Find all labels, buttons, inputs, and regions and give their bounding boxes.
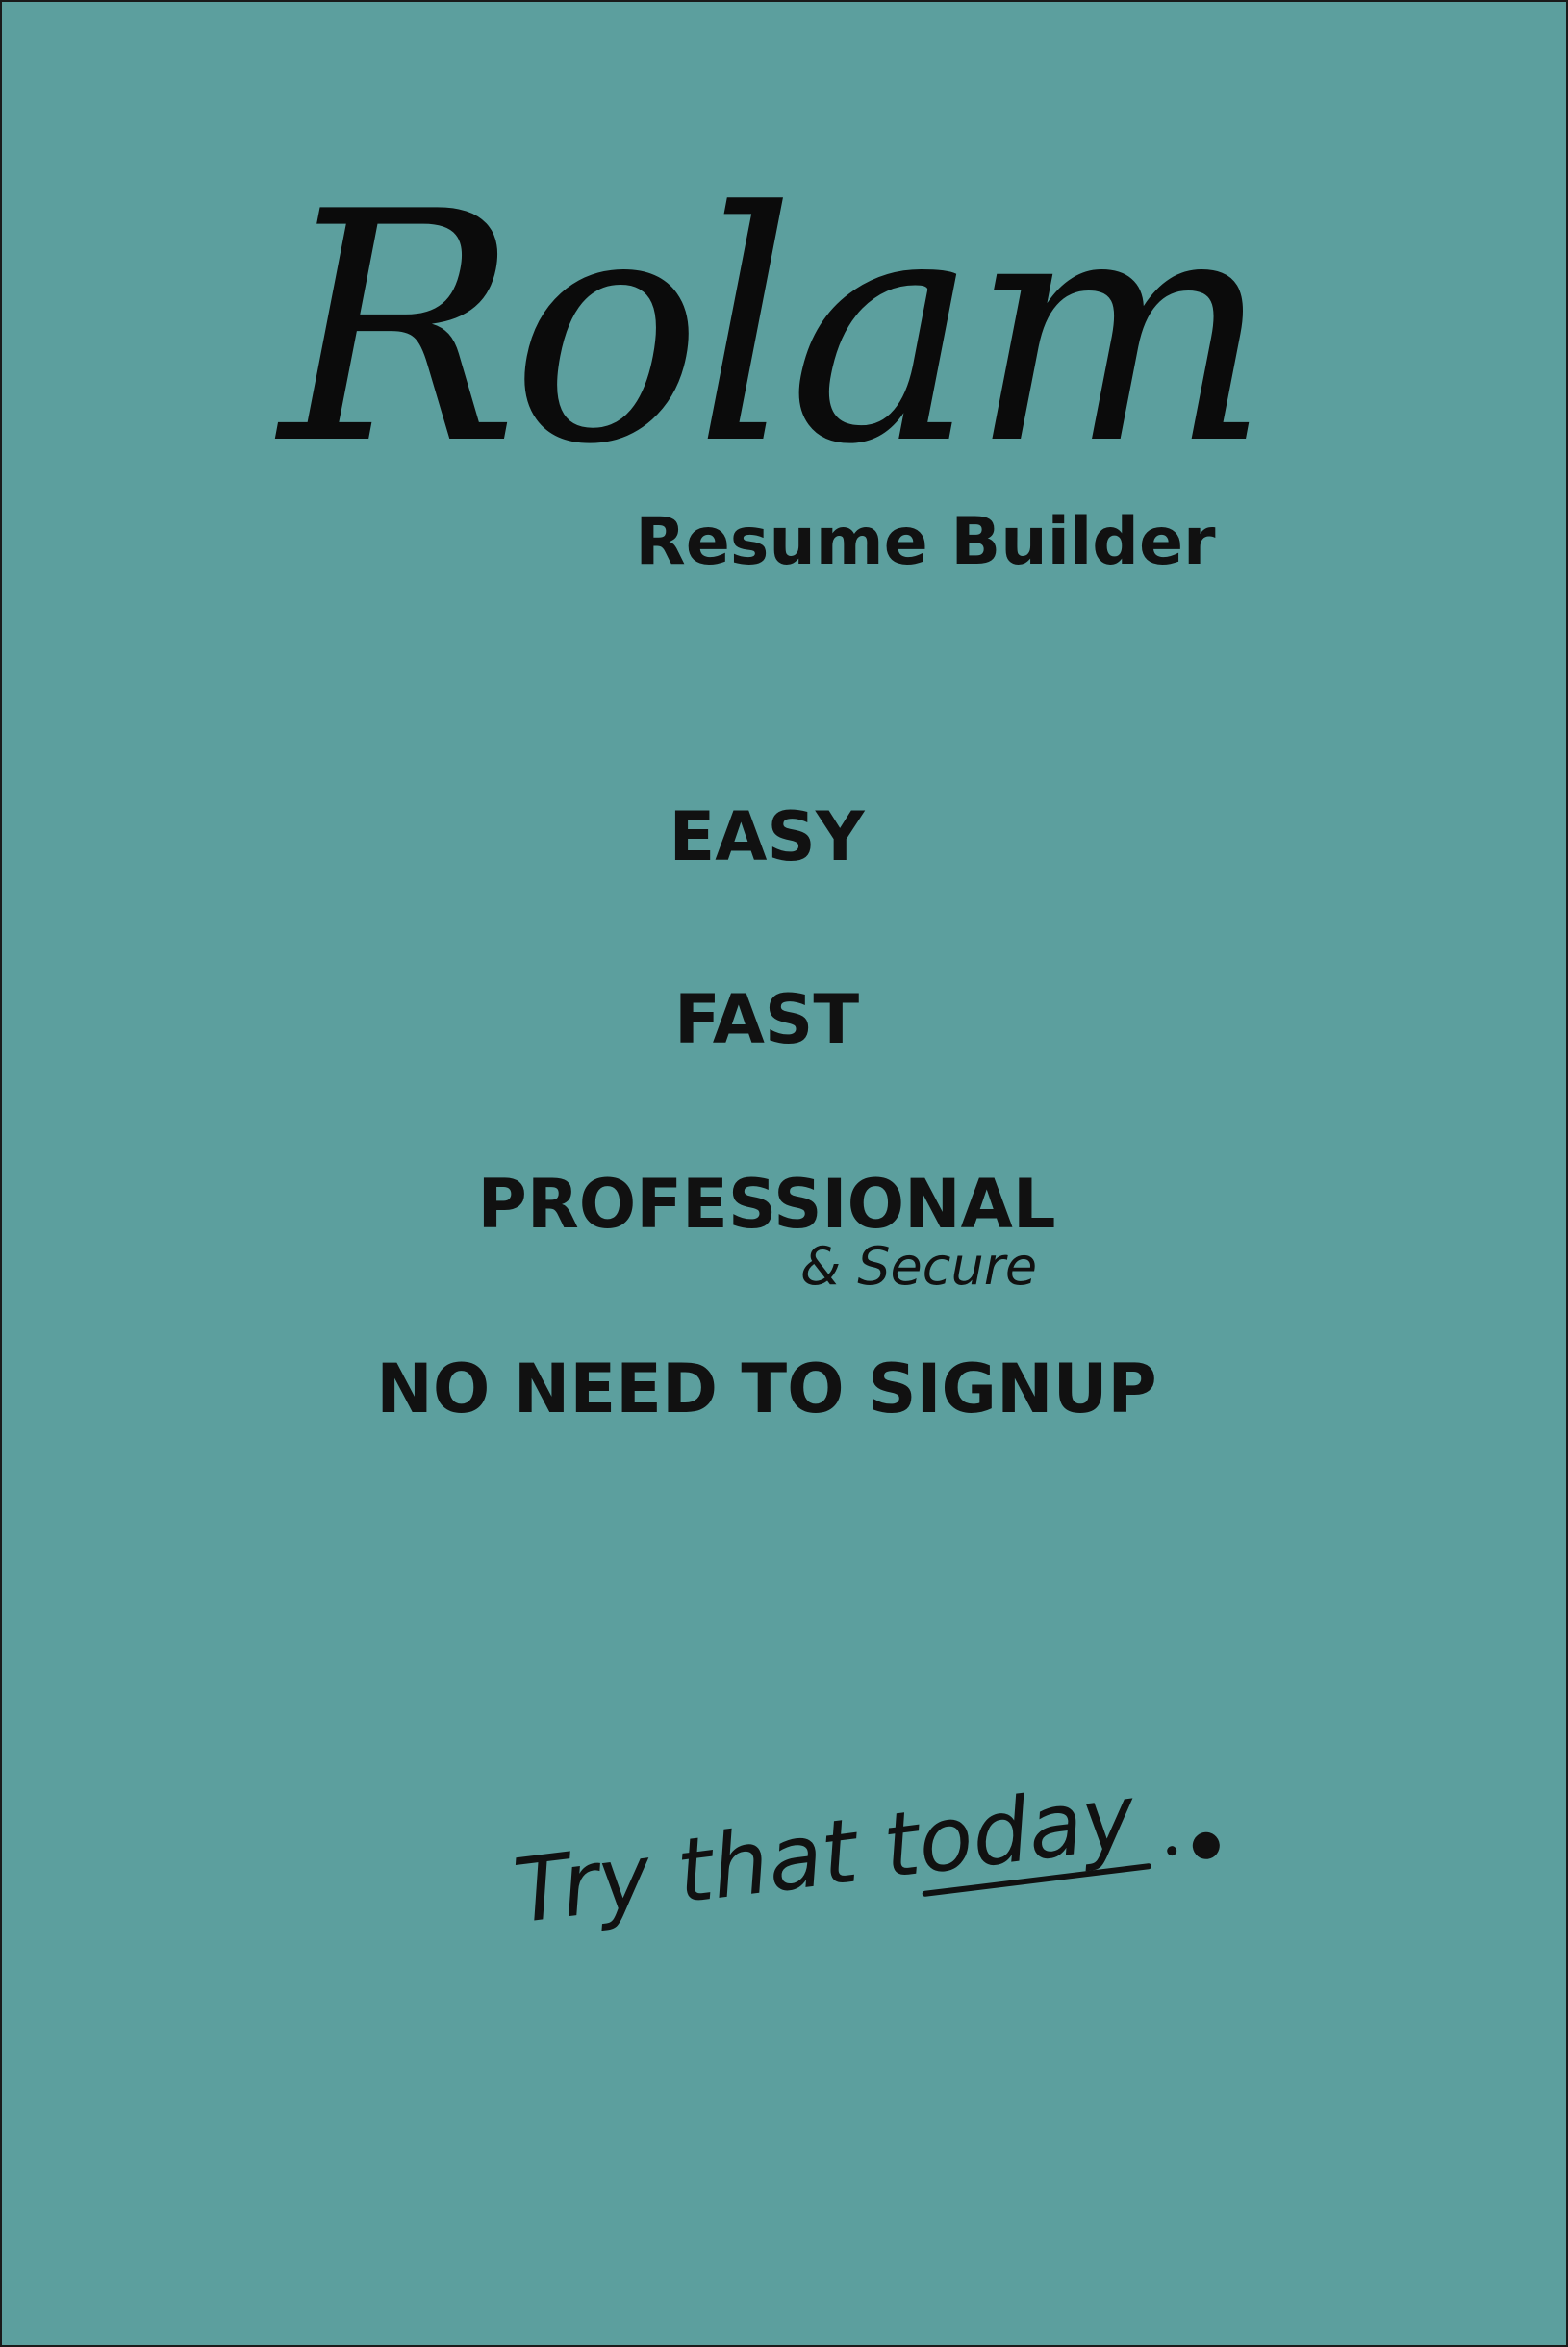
logo-subtitle: Resume Builder bbox=[635, 504, 1216, 580]
poster: Rolam Resume Builder EASY FAST PROFESSIO… bbox=[0, 0, 1568, 2347]
tagline-text: Try that today bbox=[508, 1765, 1141, 1944]
feature-fast: FAST bbox=[673, 980, 860, 1059]
tagline: Try that today bbox=[500, 1679, 1290, 1983]
tagline-dot-large bbox=[1191, 1830, 1222, 1861]
logo-wordmark: Rolam bbox=[279, 144, 1271, 514]
feature-professional: PROFESSIONAL bbox=[477, 1165, 1056, 1244]
feature-no-signup: NO NEED TO SIGNUP bbox=[376, 1350, 1157, 1428]
secure-note: & Secure bbox=[800, 1236, 1038, 1297]
tagline-dot-small bbox=[1166, 1845, 1177, 1856]
feature-easy: EASY bbox=[669, 797, 865, 876]
